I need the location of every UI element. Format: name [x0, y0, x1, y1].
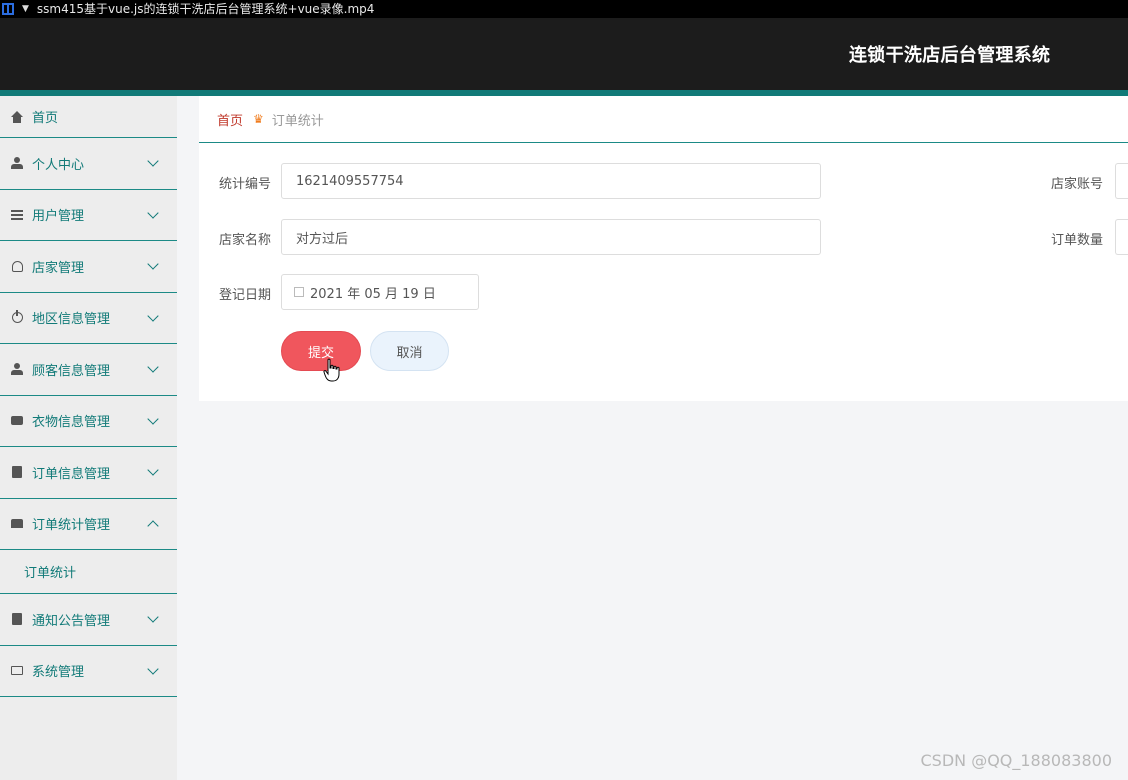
chevron-down-icon [147, 258, 159, 270]
caret-down-icon[interactable]: ▼ [22, 2, 29, 16]
sidebar-item-clothing-management[interactable]: 衣物信息管理 [0, 396, 177, 447]
shop-name-label: 店家名称 [219, 233, 272, 248]
breadcrumb: 首页 ♛ 订单统计 [199, 96, 1128, 143]
chat-icon [10, 414, 24, 428]
card-icon [10, 664, 24, 678]
submit-button[interactable]: 提交 [281, 331, 361, 371]
video-title: ssm415基于vue.js的连锁干洗店后台管理系统+vue录像.mp4 [36, 2, 375, 16]
chevron-down-icon [147, 464, 159, 476]
home-icon [10, 110, 24, 124]
shop-account-label: 店家账号 [1051, 177, 1104, 192]
hand-cursor-icon [323, 358, 340, 382]
sidebar-item-home[interactable]: 首页 [0, 96, 177, 138]
bell-icon [10, 259, 24, 273]
sidebar-item-label: 通知公告管理 [32, 613, 111, 629]
app-title: 连锁干洗店后台管理系统 [849, 45, 1051, 66]
sidebar-item-notice-management[interactable]: 通知公告管理 [0, 594, 177, 646]
printer-icon [10, 517, 24, 531]
player-menu-icon[interactable] [2, 3, 14, 15]
clipboard-icon [10, 612, 24, 626]
reg-date-label: 登记日期 [219, 288, 272, 303]
cancel-button[interactable]: 取消 [370, 331, 449, 371]
chevron-down-icon [147, 413, 159, 425]
breadcrumb-home-link[interactable]: 首页 [217, 110, 243, 129]
chevron-down-icon [147, 310, 159, 322]
sidebar-item-label: 衣物信息管理 [32, 415, 111, 431]
shop-name-input[interactable]: 对方过后 [281, 219, 821, 255]
order-count-input[interactable] [1115, 219, 1128, 255]
sidebar-item-order-stats-management[interactable]: 订单统计管理 [0, 499, 177, 550]
chevron-down-icon [147, 663, 159, 675]
crown-icon: ♛ [253, 112, 264, 126]
sidebar-item-shop-management[interactable]: 店家管理 [0, 241, 177, 293]
chevron-down-icon [147, 155, 159, 167]
sidebar-item-label: 个人中心 [32, 157, 85, 173]
reg-date-value: 2021 年 05 月 19 日 [310, 286, 436, 302]
doc-icon [10, 465, 24, 479]
list-icon [10, 208, 24, 222]
stat-no-input[interactable]: 1621409557754 [281, 163, 821, 199]
sidebar-item-label: 店家管理 [32, 260, 85, 276]
sidebar-item-label: 顾客信息管理 [32, 363, 111, 379]
chevron-up-icon [147, 520, 159, 532]
breadcrumb-current: 订单统计 [271, 113, 324, 129]
app-header: 连锁干洗店后台管理系统 [0, 18, 1128, 90]
user-icon [10, 156, 24, 170]
sidebar-item-label: 首页 [32, 111, 59, 126]
sidebar: 首页 个人中心 用户管理 店家管理 地区信息管理 顾客信息管理 衣物信息管理 订… [0, 96, 177, 780]
sidebar-item-label: 订单信息管理 [32, 466, 111, 482]
chevron-down-icon [147, 611, 159, 623]
sidebar-item-region-management[interactable]: 地区信息管理 [0, 293, 177, 344]
stat-no-value: 1621409557754 [296, 173, 404, 189]
shop-name-value: 对方过后 [296, 231, 349, 247]
watermark: CSDN @QQ_188083800 [920, 751, 1112, 770]
video-title-bar: ▼ ssm415基于vue.js的连锁干洗店后台管理系统+vue录像.mp4 [0, 0, 1128, 18]
sidebar-item-label: 地区信息管理 [32, 312, 111, 328]
user-icon [10, 362, 24, 376]
shop-account-input[interactable] [1115, 163, 1128, 199]
stat-no-label: 统计编号 [219, 177, 272, 192]
sidebar-item-system-management[interactable]: 系统管理 [0, 646, 177, 697]
sidebar-item-customer-management[interactable]: 顾客信息管理 [0, 344, 177, 396]
chevron-down-icon [147, 361, 159, 373]
sidebar-subitem-order-stats[interactable]: 订单统计 [0, 550, 177, 594]
order-count-label: 订单数量 [1051, 233, 1104, 248]
sidebar-item-personal-center[interactable]: 个人中心 [0, 138, 177, 190]
power-icon [10, 310, 24, 325]
sidebar-item-user-management[interactable]: 用户管理 [0, 190, 177, 241]
reg-date-picker[interactable]: 2021 年 05 月 19 日 [281, 274, 479, 310]
calendar-icon [294, 287, 304, 297]
sidebar-item-label: 系统管理 [32, 665, 85, 681]
sidebar-item-label: 用户管理 [32, 209, 85, 225]
sidebar-item-label: 订单统计管理 [32, 518, 111, 534]
sidebar-item-order-management[interactable]: 订单信息管理 [0, 447, 177, 499]
chevron-down-icon [147, 207, 159, 219]
